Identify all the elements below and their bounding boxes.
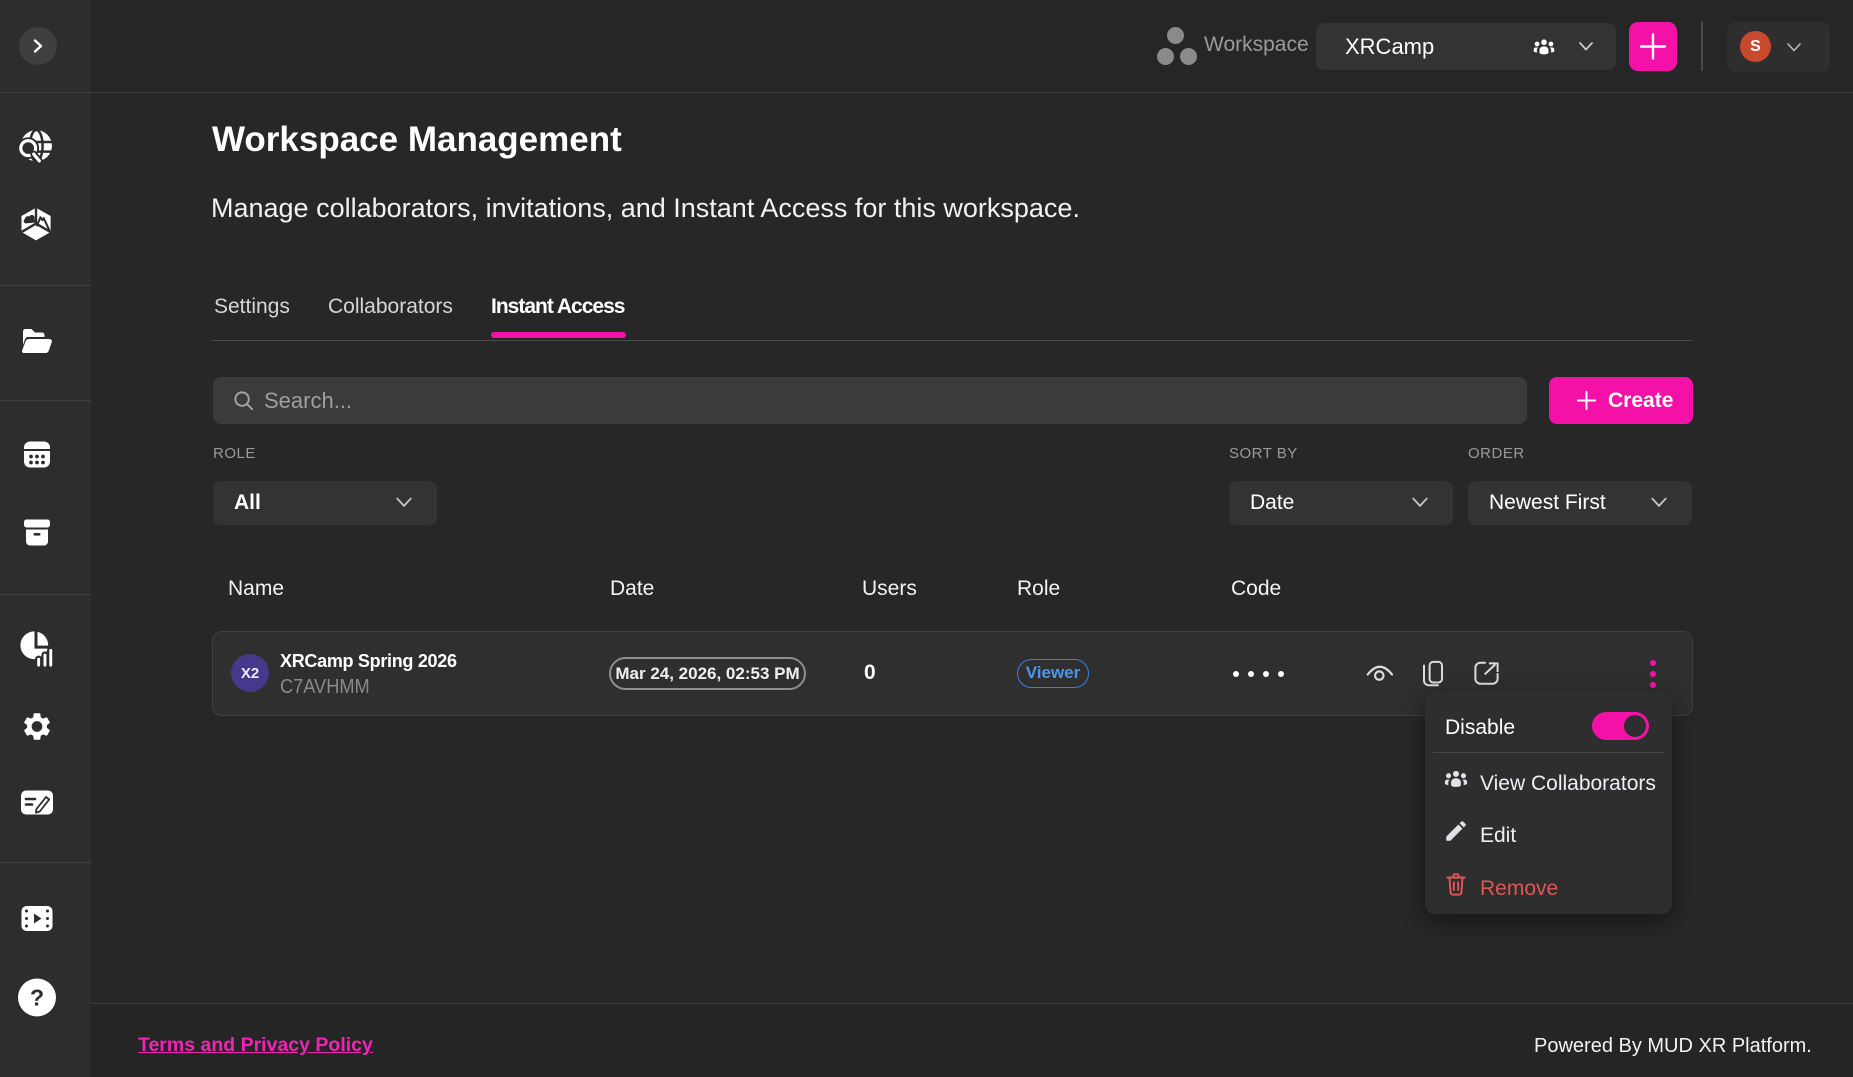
svg-text:?: ?: [30, 985, 44, 1011]
